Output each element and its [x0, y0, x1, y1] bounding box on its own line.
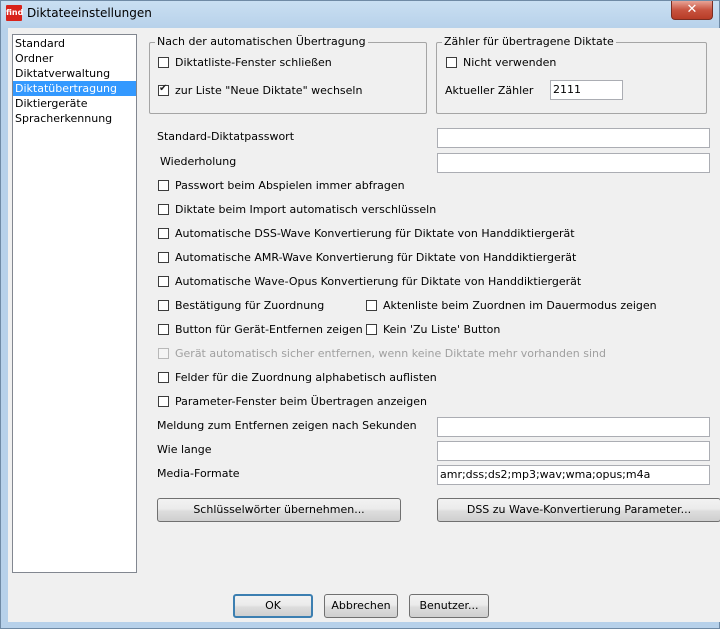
after-transfer-group: Nach der automatischen Übertragung Dikta…: [149, 35, 427, 114]
parameter-window-checkbox[interactable]: Parameter-Fenster beim Übertragen anzeig…: [158, 395, 427, 408]
current-counter-input[interactable]: 2111: [550, 80, 623, 100]
counter-group: Zähler für übertragene Diktate Nicht ver…: [436, 35, 707, 114]
app-logo-icon: find: [6, 5, 23, 21]
checkbox-box: [158, 348, 169, 359]
checkbox-box[interactable]: [158, 276, 169, 287]
checkbox-label: Diktatliste-Fenster schließen: [175, 56, 332, 69]
checkbox-box[interactable]: [158, 324, 169, 335]
checkbox-box[interactable]: [158, 252, 169, 263]
after-transfer-legend: Nach der automatischen Übertragung: [155, 35, 368, 48]
checkbox-label: Kein 'Zu Liste' Button: [383, 323, 501, 336]
nav-item[interactable]: Standard: [13, 36, 136, 51]
checkbox-label: Automatische AMR-Wave Konvertierung für …: [175, 251, 577, 264]
switch-list-checkbox[interactable]: zur Liste "Neue Diktate" wechseln: [158, 83, 363, 97]
checkbox-label: Aktenliste beim Zuordnen im Dauermodus z…: [383, 299, 657, 312]
checkbox-box[interactable]: [158, 300, 169, 311]
current-counter-label: Aktueller Zähler: [445, 84, 534, 97]
duration-label: Wie lange: [157, 443, 212, 456]
dss-wave-checkbox[interactable]: Automatische DSS-Wave Konvertierung für …: [158, 227, 575, 240]
no-list-button-checkbox[interactable]: Kein 'Zu Liste' Button: [366, 323, 500, 336]
checkbox-box[interactable]: [158, 204, 169, 215]
amr-wave-checkbox[interactable]: Automatische AMR-Wave Konvertierung für …: [158, 251, 576, 264]
remove-device-button-checkbox[interactable]: Button für Gerät-Entfernen zeigen: [158, 323, 363, 336]
file-list-checkbox[interactable]: Aktenliste beim Zuordnen im Dauermodus z…: [366, 299, 657, 312]
remove-message-seconds-input[interactable]: [437, 417, 710, 437]
counter-legend: Zähler für übertragene Diktate: [442, 35, 616, 48]
checkbox-box[interactable]: [158, 83, 169, 96]
password-input[interactable]: [437, 128, 710, 148]
checkbox-box[interactable]: [366, 300, 377, 311]
remove-message-label: Meldung zum Entfernen zeigen nach Sekund…: [157, 419, 417, 432]
dialog-window: find Diktateeinstellungen ✕ Standard Ordn…: [0, 0, 720, 629]
user-button[interactable]: Benutzer...: [409, 594, 489, 618]
not-use-counter-checkbox[interactable]: Nicht verwenden: [446, 56, 556, 69]
checkbox-label: zur Liste "Neue Diktate" wechseln: [175, 84, 363, 97]
settings-category-list[interactable]: Standard Ordner Diktatverwaltung Diktatüber…: [12, 34, 137, 573]
dialog-client-area: Standard Ordner Diktatverwaltung Diktatüber…: [8, 28, 720, 622]
checkbox-label: Passwort beim Abspielen immer abfragen: [175, 179, 405, 192]
dss-params-button[interactable]: DSS zu Wave-Konvertierung Parameter...: [437, 498, 720, 522]
checkbox-label: Automatische DSS-Wave Konvertierung für …: [175, 227, 575, 240]
close-window-checkbox[interactable]: Diktatliste-Fenster schließen: [158, 56, 332, 69]
checkbox-box[interactable]: [446, 57, 457, 68]
checkbox-label: Button für Gerät-Entfernen zeigen: [175, 323, 363, 336]
ask-password-checkbox[interactable]: Passwort beim Abspielen immer abfragen: [158, 179, 405, 192]
media-formats-input[interactable]: amr;dss;ds2;mp3;wav;wma;opus;m4a: [437, 465, 710, 485]
close-button[interactable]: ✕: [671, 1, 713, 20]
alphabetic-fields-checkbox[interactable]: Felder für die Zuordnung alphabetisch au…: [158, 371, 437, 384]
confirm-assign-checkbox[interactable]: Bestätigung für Zuordnung: [158, 299, 324, 312]
password-label: Standard-Diktatpasswort: [157, 130, 295, 143]
wave-opus-checkbox[interactable]: Automatische Wave-Opus Konvertierung für…: [158, 275, 581, 288]
keywords-button[interactable]: Schlüsselwörter übernehmen...: [157, 498, 401, 522]
checkbox-label: Nicht verwenden: [463, 56, 557, 69]
encrypt-import-checkbox[interactable]: Diktate beim Import automatisch verschlü…: [158, 203, 436, 216]
checkbox-label: Diktate beim Import automatisch verschlü…: [175, 203, 437, 216]
auto-remove-device-checkbox: Gerät automatisch sicher entfernen, wenn…: [158, 347, 606, 360]
nav-item[interactable]: Spracherkennung: [13, 111, 136, 126]
duration-input[interactable]: [437, 441, 710, 461]
checkbox-box[interactable]: [158, 372, 169, 383]
checkbox-label: Automatische Wave-Opus Konvertierung für…: [175, 275, 582, 288]
checkbox-box[interactable]: [366, 324, 377, 335]
nav-item[interactable]: Diktatverwaltung: [13, 66, 136, 81]
password-repeat-label: Wiederholung: [160, 155, 237, 168]
nav-item[interactable]: Diktatübertragung: [13, 81, 136, 96]
checkbox-box[interactable]: [158, 228, 169, 239]
title-bar[interactable]: find Diktateeinstellungen ✕: [1, 1, 719, 27]
checkbox-box[interactable]: [158, 396, 169, 407]
cancel-button[interactable]: Abbrechen: [324, 594, 398, 618]
checkbox-label: Bestätigung für Zuordnung: [175, 299, 325, 312]
nav-item[interactable]: Ordner: [13, 51, 136, 66]
nav-item[interactable]: Diktiergeräte: [13, 96, 136, 111]
checkbox-box[interactable]: [158, 180, 169, 191]
checkbox-label: Parameter-Fenster beim Übertragen anzeig…: [175, 395, 427, 408]
checkbox-label: Gerät automatisch sicher entfernen, wenn…: [175, 347, 606, 360]
password-repeat-input[interactable]: [437, 153, 710, 173]
checkbox-label: Felder für die Zuordnung alphabetisch au…: [175, 371, 437, 384]
checkbox-box[interactable]: [158, 57, 169, 68]
ok-button[interactable]: OK: [233, 594, 313, 618]
window-title: Diktateeinstellungen: [27, 6, 152, 20]
media-formats-label: Media-Formate: [157, 467, 240, 480]
